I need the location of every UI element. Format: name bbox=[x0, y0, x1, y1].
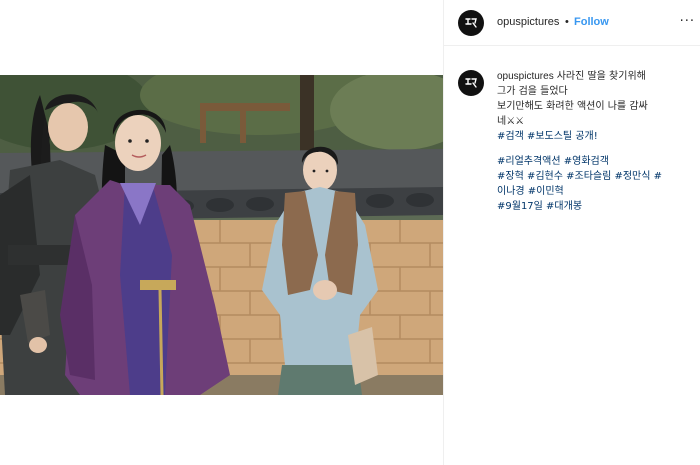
movie-still-image bbox=[0, 75, 443, 395]
caption-line-5[interactable]: #검객 #보도스틸 공개! bbox=[497, 129, 697, 144]
post-details-panel: opuspictures • Follow ··· opuspictures 사라… bbox=[443, 0, 700, 465]
post-header: opuspictures • Follow ··· bbox=[444, 0, 700, 46]
caption-text: opuspictures 사라진 딸을 찾기위해 그가 검을 들었다 보기만해도 … bbox=[497, 69, 697, 214]
profile-avatar[interactable] bbox=[458, 10, 484, 36]
caption-line-4: 네⚔⚔ bbox=[497, 114, 697, 129]
seal-logo-icon bbox=[465, 78, 477, 88]
sword-emoji: ⚔⚔ bbox=[506, 116, 525, 127]
caption-line-3: 보기만해도 화려한 액션이 나를 감싸 bbox=[497, 101, 648, 112]
caption-username[interactable]: opuspictures bbox=[497, 71, 554, 82]
seal-logo-icon bbox=[465, 18, 477, 28]
header-username[interactable]: opuspictures bbox=[497, 16, 559, 28]
separator-dot: • bbox=[565, 16, 569, 28]
post-media-area bbox=[0, 0, 443, 465]
caption-line-1: opuspictures 사라진 딸을 찾기위해 bbox=[497, 69, 697, 84]
follow-button[interactable]: Follow bbox=[574, 16, 609, 28]
hashtags-line-1[interactable]: #리얼추격액션 #영화검객 bbox=[497, 154, 697, 169]
caption-text-1: 사라진 딸을 찾기위해 bbox=[556, 71, 646, 82]
caption-text-4: 네 bbox=[497, 116, 507, 127]
caption-line-2: 그가 검을 들었다 bbox=[497, 86, 568, 97]
hashtags-line-2[interactable]: #장혁 #김현수 #조타슬림 #정만식 # bbox=[497, 169, 697, 184]
more-options-icon[interactable]: ··· bbox=[680, 14, 695, 29]
caption-avatar[interactable] bbox=[458, 70, 484, 96]
post-photo[interactable] bbox=[0, 75, 443, 395]
hashtags-line-3[interactable]: 이나경 #이민혁 bbox=[497, 184, 697, 199]
hashtags-line-4[interactable]: #9월17일 #대개봉 bbox=[497, 199, 697, 214]
